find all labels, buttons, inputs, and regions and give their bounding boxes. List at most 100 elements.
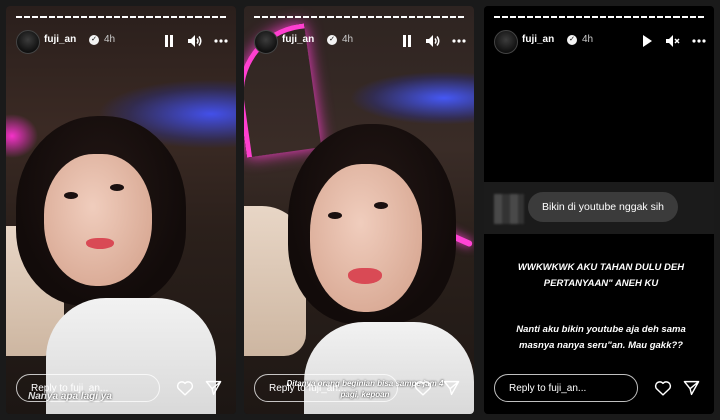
progress-segment <box>408 16 416 18</box>
lips <box>86 238 114 249</box>
progress-segment <box>417 16 424 18</box>
send-icon[interactable] <box>443 380 460 396</box>
heart-icon[interactable] <box>176 380 194 396</box>
post-time: 4h <box>104 34 116 45</box>
story-text: WWKWKWK AKU TAHAN DULU DEH PERTANYAAN" A… <box>517 262 685 289</box>
progress-segment <box>48 16 55 18</box>
progress-segment <box>400 16 407 18</box>
progress-segment <box>518 16 525 18</box>
progress-segment <box>195 16 202 18</box>
story-header: fuji_an ✓ 4h <box>16 30 228 54</box>
progress-segment <box>32 16 39 18</box>
volume-icon[interactable] <box>188 34 202 48</box>
progress-segment <box>130 16 137 18</box>
story-header: fuji_an ✓ 4h <box>494 30 706 54</box>
progress-segment <box>311 16 318 18</box>
shared-message: Bikin di youtube nggak sih <box>484 182 714 234</box>
progress-segment <box>162 16 169 18</box>
progress-segment <box>97 16 104 18</box>
progress-segment <box>510 16 517 18</box>
progress-segment <box>648 16 656 18</box>
more-options-icon[interactable] <box>214 34 228 48</box>
progress-segment <box>211 16 218 18</box>
progress-segment <box>343 16 350 18</box>
play-icon[interactable] <box>640 34 654 48</box>
progress-segment <box>138 16 145 18</box>
progress-segment <box>262 16 269 18</box>
progress-segment <box>327 16 334 18</box>
progress-segment <box>64 16 72 18</box>
progress-segment <box>583 16 590 18</box>
progress-segment <box>294 16 301 18</box>
send-icon[interactable] <box>683 380 700 396</box>
story-panel-2[interactable]: fuji_an ✓ 4h Ditanya orang beginian bisa… <box>244 6 474 414</box>
pause-icon[interactable] <box>162 34 176 48</box>
progress-segment <box>170 16 178 18</box>
heart-icon[interactable] <box>414 380 432 396</box>
progress-segment <box>270 16 277 18</box>
progress-segment <box>567 16 574 18</box>
story-text: Nanti aku bikin youtube aja deh sama mas… <box>516 324 686 351</box>
progress-segment <box>146 16 153 18</box>
post-time: 4h <box>582 34 594 45</box>
progress-segment <box>449 16 456 18</box>
progress-segment <box>457 16 464 18</box>
progress-segment <box>665 16 672 18</box>
mute-icon[interactable] <box>666 34 680 48</box>
story-panel-1[interactable]: fuji_an ✓ 4h Reply to fuji_an... Nanya a… <box>6 6 236 414</box>
eye <box>110 184 124 191</box>
progress-segment <box>689 16 696 18</box>
username[interactable]: fuji_an <box>44 34 76 45</box>
message-bubble: Bikin di youtube nggak sih <box>528 192 678 222</box>
reply-input[interactable]: Reply to fuji_an... <box>254 374 398 402</box>
progress-segment <box>433 16 440 18</box>
face <box>310 164 422 312</box>
send-icon[interactable] <box>205 380 222 396</box>
avatar[interactable] <box>494 30 518 54</box>
reply-input[interactable]: Reply to fuji_an... <box>494 374 638 402</box>
volume-icon[interactable] <box>426 34 440 48</box>
verified-badge-icon: ✓ <box>89 35 99 45</box>
story-progress-bar <box>16 16 226 18</box>
progress-segment <box>56 16 63 18</box>
progress-segment <box>360 16 367 18</box>
avatar[interactable] <box>254 30 278 54</box>
more-options-icon[interactable] <box>692 34 706 48</box>
progress-segment <box>278 16 285 18</box>
progress-segment <box>122 16 129 18</box>
progress-segment <box>105 16 112 18</box>
progress-segment <box>600 16 607 18</box>
progress-segment <box>559 16 566 18</box>
progress-segment <box>302 16 310 18</box>
eye <box>374 202 388 209</box>
progress-segment <box>368 16 375 18</box>
progress-segment <box>608 16 615 18</box>
progress-segment <box>113 16 120 18</box>
story-panel-3[interactable]: fuji_an ✓ 4h Bikin di youtube nggak sih … <box>484 6 714 414</box>
username[interactable]: fuji_an <box>522 34 554 45</box>
progress-segment <box>24 16 31 18</box>
story-progress-bar <box>494 16 704 18</box>
progress-segment <box>673 16 680 18</box>
story-header: fuji_an ✓ 4h <box>254 30 466 54</box>
progress-segment <box>376 16 383 18</box>
progress-segment <box>542 16 550 18</box>
progress-segment <box>392 16 399 18</box>
progress-segment <box>16 16 23 18</box>
progress-segment <box>40 16 47 18</box>
progress-segment <box>640 16 647 18</box>
verified-badge-icon: ✓ <box>327 35 337 45</box>
progress-segment <box>89 16 96 18</box>
eye <box>64 192 78 199</box>
progress-segment <box>441 16 448 18</box>
progress-segment <box>351 16 358 18</box>
pause-icon[interactable] <box>400 34 414 48</box>
more-options-icon[interactable] <box>452 34 466 48</box>
progress-segment <box>81 16 88 18</box>
heart-icon[interactable] <box>654 380 672 396</box>
username[interactable]: fuji_an <box>282 34 314 45</box>
progress-segment <box>319 16 326 18</box>
progress-segment <box>203 16 210 18</box>
lips <box>348 268 382 284</box>
avatar[interactable] <box>16 30 40 54</box>
